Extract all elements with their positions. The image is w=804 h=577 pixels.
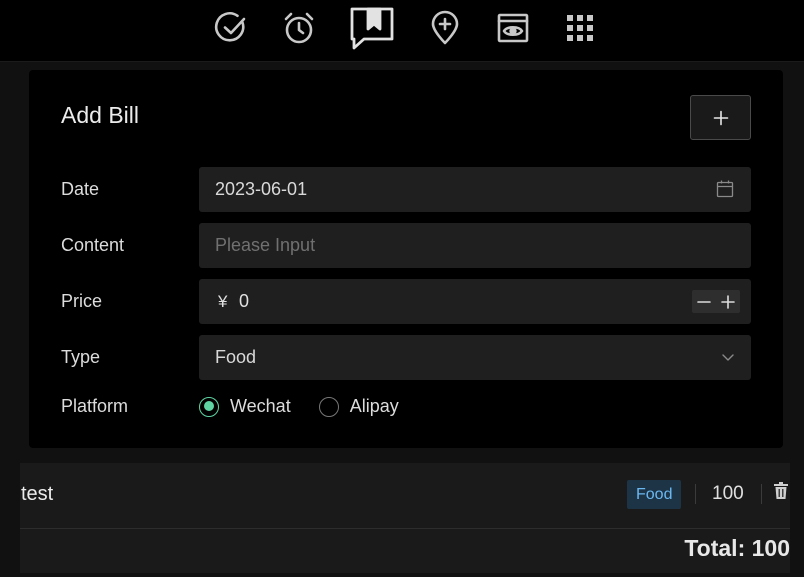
type-select[interactable]: Food bbox=[199, 335, 751, 380]
divider bbox=[695, 484, 696, 504]
increment-button[interactable] bbox=[716, 290, 740, 313]
price-label: Price bbox=[61, 291, 103, 311]
content-input[interactable]: Please Input bbox=[199, 223, 751, 268]
price-stepper bbox=[692, 290, 740, 313]
grid-apps-icon[interactable] bbox=[561, 9, 599, 47]
type-value: Food bbox=[215, 347, 257, 367]
decrement-button[interactable] bbox=[692, 290, 716, 313]
platform-row: Platform Wechat Alipay bbox=[29, 384, 783, 429]
map-pin-plus-icon[interactable] bbox=[426, 9, 464, 47]
content-row: Content Please Input bbox=[29, 223, 783, 268]
radio-alipay[interactable]: Alipay bbox=[318, 396, 399, 417]
plus-icon bbox=[721, 294, 735, 309]
calendar-icon bbox=[716, 180, 734, 198]
date-value: 2023-06-01 bbox=[215, 179, 308, 199]
alarm-clock-icon[interactable] bbox=[280, 9, 318, 47]
date-row: Date 2023-06-01 bbox=[29, 167, 783, 212]
minus-icon bbox=[697, 300, 711, 303]
radio-label-alipay: Alipay bbox=[349, 396, 399, 416]
divider bbox=[761, 484, 762, 504]
bill-title: test bbox=[21, 483, 54, 505]
top-toolbar bbox=[0, 0, 804, 62]
add-bill-card: Add Bill Date 2023-06-01 Content Please … bbox=[29, 70, 783, 448]
trash-icon[interactable] bbox=[774, 482, 788, 499]
platform-radio-group: Wechat Alipay bbox=[199, 384, 427, 429]
price-input[interactable]: ¥ 0 bbox=[199, 279, 751, 324]
radio-wechat[interactable]: Wechat bbox=[199, 396, 291, 417]
price-row: Price ¥ 0 bbox=[29, 279, 783, 324]
type-label: Type bbox=[61, 347, 101, 367]
plus-icon bbox=[713, 110, 728, 125]
date-label: Date bbox=[61, 179, 100, 199]
currency-prefix: ¥ bbox=[218, 292, 228, 311]
chat-bookmark-icon[interactable] bbox=[348, 5, 396, 53]
radio-label-wechat: Wechat bbox=[230, 396, 291, 416]
browser-eye-icon[interactable] bbox=[494, 9, 532, 47]
bill-list: test Food 100 Total: 100 bbox=[20, 463, 790, 573]
price-value: 0 bbox=[239, 291, 250, 311]
platform-label: Platform bbox=[61, 396, 129, 416]
list-item: test Food 100 bbox=[20, 463, 790, 529]
radio-button-checked[interactable] bbox=[199, 396, 219, 417]
content-placeholder: Please Input bbox=[215, 235, 316, 255]
type-row: Type Food bbox=[29, 335, 783, 380]
category-tag: Food bbox=[627, 480, 682, 509]
chevron-down-icon bbox=[722, 354, 734, 361]
date-picker[interactable]: 2023-06-01 bbox=[199, 167, 751, 212]
card-title: Add Bill bbox=[61, 102, 139, 128]
total-amount: Total: 100 bbox=[684, 535, 790, 561]
radio-button[interactable] bbox=[318, 396, 339, 417]
bill-amount: 100 bbox=[712, 483, 744, 504]
content-label: Content bbox=[61, 235, 125, 255]
check-circle-icon[interactable] bbox=[213, 9, 251, 47]
add-bill-button[interactable] bbox=[690, 95, 751, 140]
